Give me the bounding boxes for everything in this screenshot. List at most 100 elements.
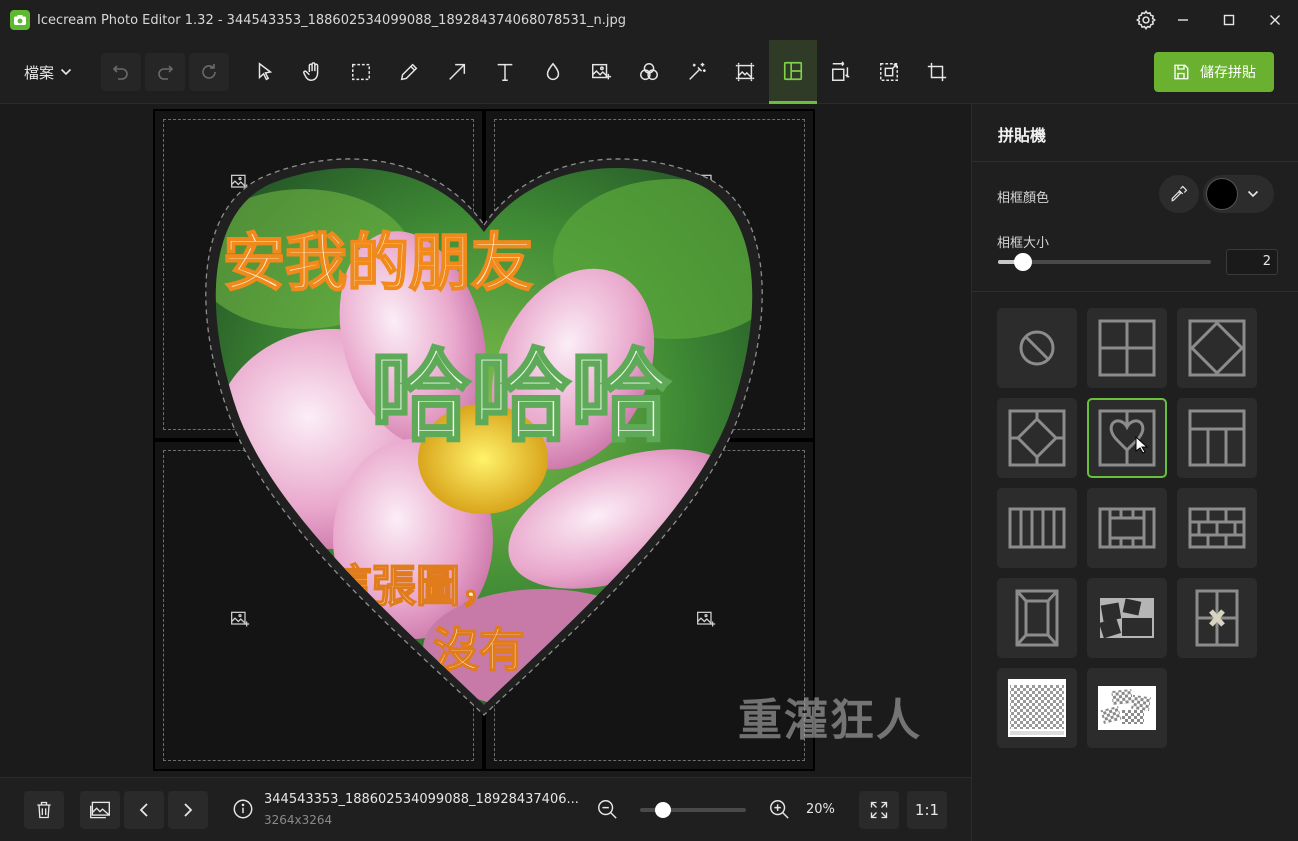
heart-photo[interactable]: 安我的朋友 哈哈哈 這張圖， 沒有	[153, 109, 815, 771]
fit-tool[interactable]	[865, 40, 913, 104]
layout-scattered-photos[interactable]	[1087, 578, 1167, 658]
collage-tool[interactable]	[769, 40, 817, 104]
layout-heart[interactable]	[1087, 398, 1167, 478]
magic-tool[interactable]	[673, 40, 721, 104]
resize-image-icon	[735, 62, 755, 82]
watermark: 重灌狂人	[738, 695, 922, 746]
rect-select-tool[interactable]	[337, 40, 385, 104]
crop-tool[interactable]	[913, 40, 961, 104]
rotate-tool[interactable]	[817, 40, 865, 104]
info-icon[interactable]	[232, 798, 254, 820]
layout-portrait-frame[interactable]	[997, 578, 1077, 658]
undo-button[interactable]	[101, 53, 141, 91]
layout-transparent-single[interactable]	[997, 668, 1077, 748]
redo-icon	[158, 65, 174, 80]
add-image-tool[interactable]	[577, 40, 625, 104]
previous-image-button[interactable]	[124, 791, 164, 829]
chevron-left-icon	[139, 803, 148, 817]
layout-none[interactable]	[997, 308, 1077, 388]
chevron-down-icon	[1247, 190, 1259, 198]
taped-layout-icon	[1195, 589, 1239, 647]
frame-color-picker[interactable]	[1203, 175, 1274, 213]
reset-icon	[202, 64, 216, 79]
save-collage-label: 儲存拼貼	[1200, 65, 1256, 81]
layout-grid[interactable]	[1087, 308, 1167, 388]
canvas-area: 安我的朋友 哈哈哈 這張圖， 沒有 重灌狂人	[0, 104, 971, 777]
layout-diamond[interactable]	[1177, 308, 1257, 388]
arrow-tool[interactable]	[433, 40, 481, 104]
photo-text-line1: 安我的朋友	[223, 226, 533, 299]
rotate-image-icon	[832, 61, 850, 81]
layout-taped-photos[interactable]	[1177, 578, 1257, 658]
zoom-slider[interactable]	[640, 802, 746, 818]
arrow-icon	[449, 63, 466, 80]
actual-size-button[interactable]: 1:1	[907, 791, 947, 829]
next-image-button[interactable]	[168, 791, 208, 829]
bottom-bar: 344543353_188602534099088_18928437406...…	[0, 777, 971, 841]
chevron-right-icon	[184, 803, 193, 817]
expand-icon	[870, 801, 888, 819]
blur-tool[interactable]	[529, 40, 577, 104]
portrait-frame-layout-icon	[1015, 589, 1059, 647]
text-icon	[497, 63, 513, 81]
mouse-cursor-icon	[1135, 436, 1149, 454]
save-collage-button[interactable]: 儲存拼貼	[1154, 52, 1274, 92]
zoom-in-icon[interactable]	[768, 798, 790, 820]
layout-three-columns[interactable]	[1177, 398, 1257, 478]
chevron-down-icon	[60, 68, 72, 76]
settings-gear-icon[interactable]	[1128, 4, 1164, 36]
layout-film-frame[interactable]	[1087, 488, 1167, 568]
filters-tool[interactable]	[625, 40, 673, 104]
layout-brick[interactable]	[1177, 488, 1257, 568]
close-button[interactable]	[1252, 0, 1298, 40]
maximize-button[interactable]	[1206, 0, 1252, 40]
minimize-button[interactable]	[1160, 0, 1206, 40]
frame-color-label: 相框顏色	[997, 191, 1050, 206]
reset-button[interactable]	[189, 53, 229, 91]
diamond-layout-icon	[1188, 319, 1246, 377]
delete-button[interactable]	[24, 791, 64, 829]
panel-title: 拼貼機	[998, 126, 1047, 145]
app-logo-icon	[10, 10, 30, 30]
brick-layout-icon	[1188, 507, 1246, 549]
window-title: Icecream Photo Editor 1.32 - 344543353_1…	[37, 12, 627, 28]
frame-size-label: 相框大小	[997, 236, 1050, 251]
gallery-button[interactable]	[80, 791, 120, 829]
filters-icon	[640, 63, 658, 81]
zoom-slider-thumb[interactable]	[655, 802, 672, 818]
resize-tool[interactable]	[721, 40, 769, 104]
frame-size-thumb[interactable]	[1013, 253, 1032, 271]
zoom-level: 20%	[806, 802, 835, 817]
save-icon	[1174, 64, 1189, 80]
transparent-single-layout-icon	[1008, 679, 1066, 737]
redo-button[interactable]	[145, 53, 185, 91]
photo-text-line4: 沒有	[433, 623, 525, 677]
layout-diamond-frame[interactable]	[997, 398, 1077, 478]
eyedropper-button[interactable]	[1159, 175, 1199, 213]
text-tool[interactable]	[481, 40, 529, 104]
actual-size-label: 1:1	[914, 801, 940, 819]
zoom-out-icon[interactable]	[596, 798, 618, 820]
layout-transparent-scatter[interactable]	[1087, 668, 1167, 748]
strips-layout-icon	[1008, 507, 1066, 549]
collage-panel: 拼貼機 相框顏色 相框大小 2	[971, 104, 1298, 841]
pencil-tool[interactable]	[385, 40, 433, 104]
frame-size-slider[interactable]	[998, 253, 1211, 271]
hand-tool[interactable]	[289, 40, 337, 104]
cursor-icon	[258, 62, 273, 81]
divider	[972, 291, 1298, 292]
file-menu[interactable]: 檔案	[18, 56, 78, 88]
file-menu-label: 檔案	[24, 63, 55, 82]
divider	[972, 161, 1298, 162]
layout-vertical-strips[interactable]	[997, 488, 1077, 568]
fit-screen-button[interactable]	[859, 791, 899, 829]
trash-icon	[37, 801, 51, 819]
frame-size-input[interactable]: 2	[1226, 249, 1278, 275]
diamond-frame-layout-icon	[1008, 409, 1066, 467]
select-tool[interactable]	[241, 40, 289, 104]
columns-layout-icon	[1188, 409, 1246, 467]
gallery-icon	[90, 801, 110, 819]
drop-icon	[546, 62, 560, 80]
pencil-icon	[400, 63, 418, 81]
film-layout-icon	[1098, 507, 1156, 549]
